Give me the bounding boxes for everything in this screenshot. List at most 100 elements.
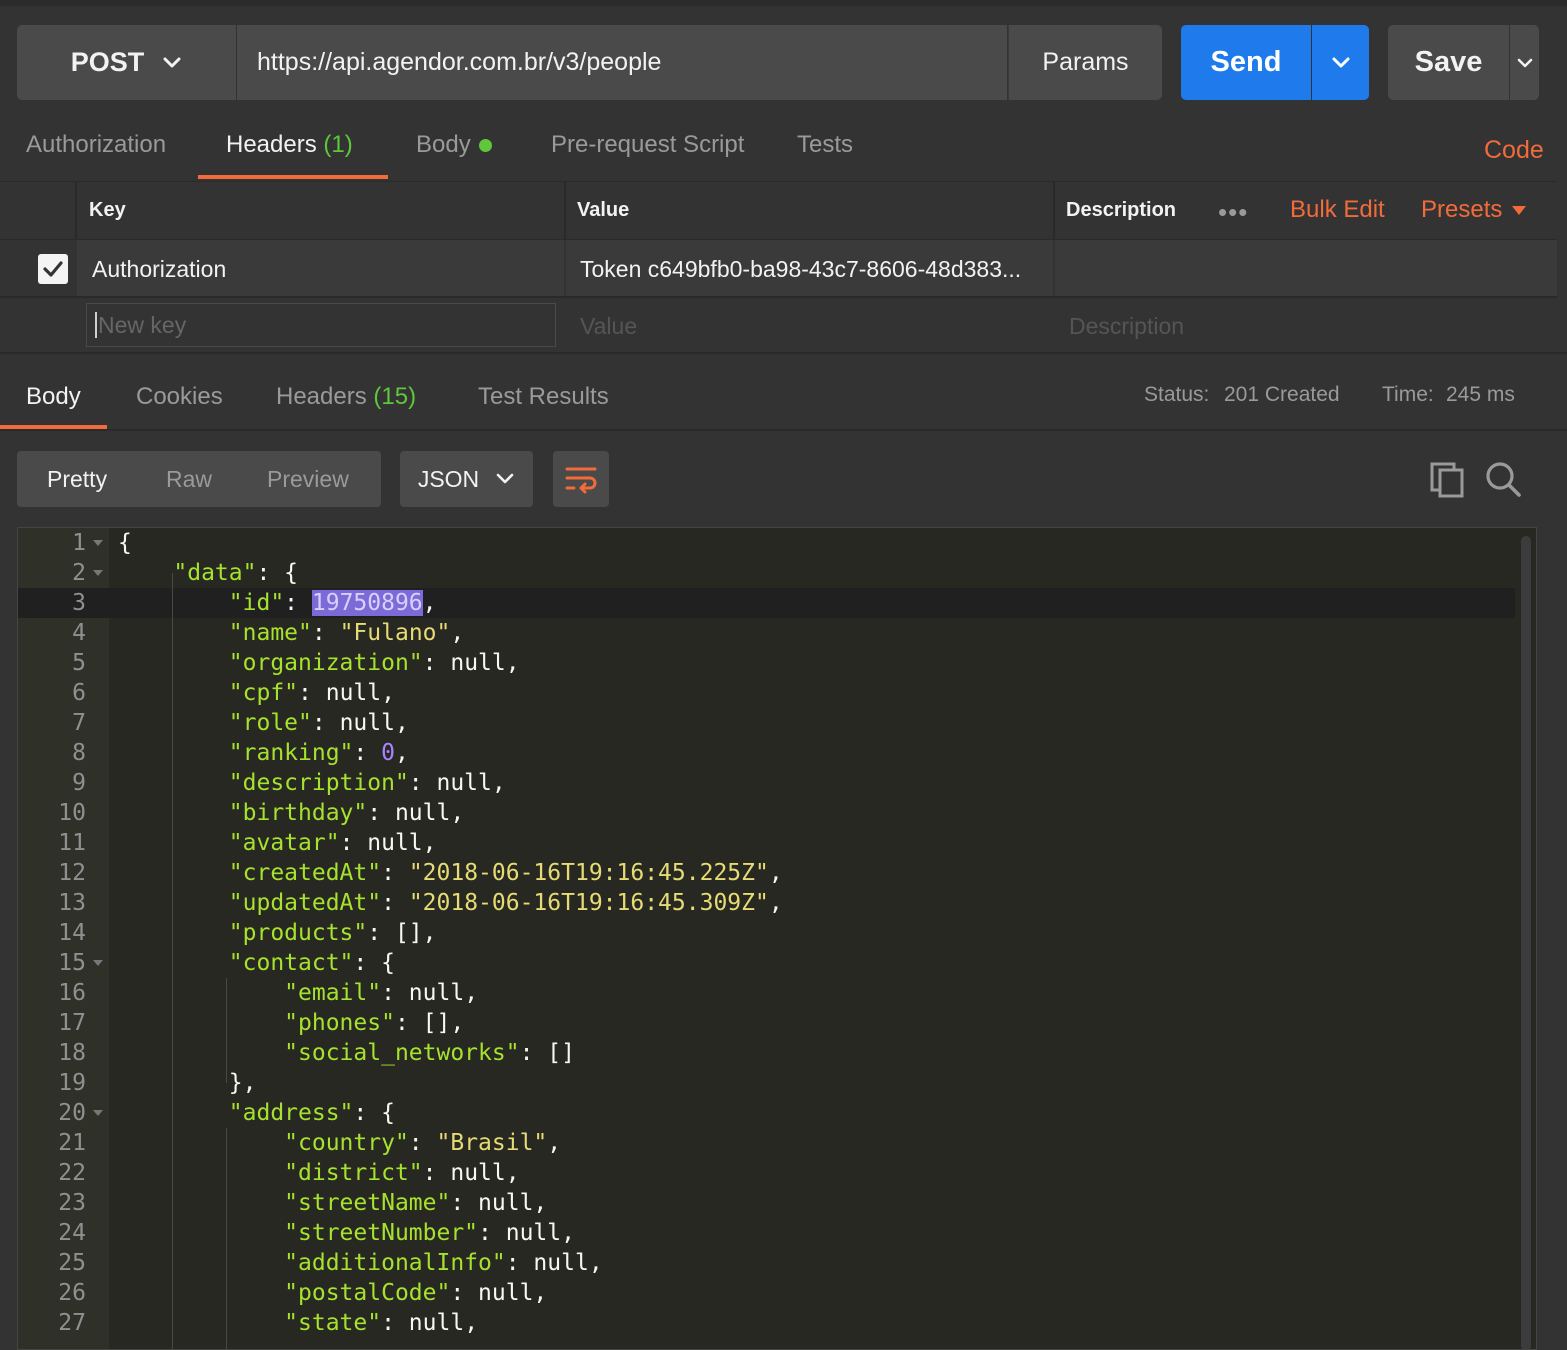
fold-arrow-icon[interactable] [93, 570, 103, 576]
new-description-input[interactable]: Description [1069, 313, 1184, 340]
chevron-down-icon [163, 57, 181, 67]
line-number: 7 [72, 710, 86, 736]
response-tab-body[interactable]: Body [26, 383, 81, 411]
tab-body[interactable]: Body [416, 131, 492, 159]
presets-dropdown[interactable]: Presets [1421, 196, 1527, 224]
fold-arrow-icon[interactable] [93, 1110, 103, 1116]
chevron-down-icon [1332, 57, 1349, 67]
code-line: 18 "social_networks": [] [18, 1038, 1515, 1068]
line-number: 17 [58, 1010, 86, 1036]
editor-scrollbar[interactable] [1521, 536, 1531, 1349]
line-number: 5 [72, 650, 86, 676]
line-number: 19 [58, 1070, 86, 1096]
active-tab-indicator [198, 175, 388, 179]
window-top-strip [0, 0, 1567, 6]
tab-prerequest-script[interactable]: Pre-request Script [551, 131, 744, 159]
section-divider [0, 352, 1567, 354]
code-text: "role": null, [228, 710, 409, 736]
method-label: POST [70, 47, 145, 77]
line-number: 20 [58, 1100, 86, 1126]
code-text: "data": { [173, 560, 299, 586]
code-text: "streetName": null, [284, 1190, 548, 1216]
text-cursor [95, 312, 97, 338]
checkmark-icon [43, 261, 63, 277]
code-line: 9 "description": null, [18, 768, 1515, 798]
send-button[interactable]: Send [1181, 25, 1311, 100]
line-number: 23 [58, 1190, 86, 1216]
view-preview-button[interactable]: Preview [267, 466, 349, 493]
header-value-cell[interactable]: Token c649bfb0-ba98-43c7-8606-48d383... [580, 256, 1021, 283]
response-tabs-divider [0, 429, 1567, 431]
code-line: 3 "id": 19750896, [18, 588, 1515, 618]
code-line: 5 "organization": null, [18, 648, 1515, 678]
time-value: 245 ms [1446, 383, 1515, 406]
response-tab-test-results[interactable]: Test Results [478, 383, 609, 411]
header-key-cell[interactable]: Authorization [92, 256, 226, 283]
response-tab-cookies[interactable]: Cookies [136, 383, 223, 411]
code-text: "email": null, [284, 980, 479, 1006]
code-line: 16 "email": null, [18, 978, 1515, 1008]
code-text: "contact": { [228, 950, 395, 976]
method-select[interactable]: POST [17, 25, 236, 100]
tab-authorization[interactable]: Authorization [26, 131, 166, 159]
code-text: "birthday": null, [228, 800, 465, 826]
new-value-input[interactable]: Value [580, 313, 637, 340]
format-select[interactable]: JSON [400, 451, 533, 507]
code-text: "id": 19750896, [228, 590, 437, 616]
params-button[interactable]: Params [1008, 25, 1162, 100]
code-line: 14 "products": [], [18, 918, 1515, 948]
response-tab-headers[interactable]: Headers (15) [276, 383, 416, 411]
code-text: }, [118, 1070, 257, 1096]
fold-arrow-icon[interactable] [93, 960, 103, 966]
tab-headers-label: Headers [226, 131, 317, 158]
view-pretty-button[interactable]: Pretty [47, 466, 107, 493]
code-line: 22 "district": null, [18, 1158, 1515, 1188]
code-link[interactable]: Code [1484, 136, 1544, 165]
url-input[interactable]: https://api.agendor.com.br/v3/people [237, 25, 1007, 100]
line-number: 24 [58, 1220, 86, 1246]
more-options-button[interactable]: ••• [1218, 197, 1248, 228]
body-modified-dot [478, 139, 492, 153]
tab-headers-count: (1) [323, 131, 353, 158]
tab-headers[interactable]: Headers (1) [226, 131, 353, 159]
code-text: "streetNumber": null, [284, 1220, 575, 1246]
line-number: 15 [58, 950, 86, 976]
code-text: "country": "Brasil", [284, 1130, 562, 1156]
code-text: "description": null, [228, 770, 506, 796]
code-text: "ranking": 0, [228, 740, 409, 766]
line-number: 25 [58, 1250, 86, 1276]
code-line: 17 "phones": [], [18, 1008, 1515, 1038]
new-key-input[interactable]: New key [86, 303, 556, 347]
send-dropdown-button[interactable] [1312, 25, 1369, 100]
save-dropdown-button[interactable] [1510, 25, 1539, 100]
column-description-title: Description [1066, 199, 1177, 221]
line-number: 16 [58, 980, 86, 1006]
search-icon[interactable] [1484, 460, 1522, 498]
save-button[interactable]: Save [1388, 25, 1509, 100]
code-text: "updatedAt": "2018-06-16T19:16:45.309Z", [228, 890, 783, 916]
code-text: "district": null, [284, 1160, 520, 1186]
line-number: 14 [58, 920, 86, 946]
code-line: 7 "role": null, [18, 708, 1515, 738]
view-raw-button[interactable]: Raw [166, 466, 212, 493]
header-enabled-checkbox[interactable] [38, 254, 68, 284]
copy-icon[interactable] [1428, 460, 1466, 498]
code-line: 10 "birthday": null, [18, 798, 1515, 828]
code-text: { [118, 530, 132, 556]
code-text: "organization": null, [228, 650, 520, 676]
code-line: 21 "country": "Brasil", [18, 1128, 1515, 1158]
response-body-editor[interactable]: 1{2 "data": {3 "id": 19750896, 4 "name": … [17, 527, 1537, 1350]
wrap-lines-button[interactable] [553, 451, 609, 507]
column-value-title: Value [577, 199, 630, 221]
fold-arrow-icon[interactable] [93, 540, 103, 546]
line-number: 27 [58, 1310, 86, 1336]
wrap-lines-icon [565, 467, 597, 494]
code-text: "cpf": null, [228, 680, 395, 706]
bulk-edit-link[interactable]: Bulk Edit [1290, 196, 1385, 224]
tab-tests[interactable]: Tests [797, 131, 853, 159]
code-line: 13 "updatedAt": "2018-06-16T19:16:45.309… [18, 888, 1515, 918]
chevron-down-icon [496, 473, 514, 484]
line-number: 18 [58, 1040, 86, 1066]
code-text: "name": "Fulano", [228, 620, 465, 646]
code-line: 11 "avatar": null, [18, 828, 1515, 858]
